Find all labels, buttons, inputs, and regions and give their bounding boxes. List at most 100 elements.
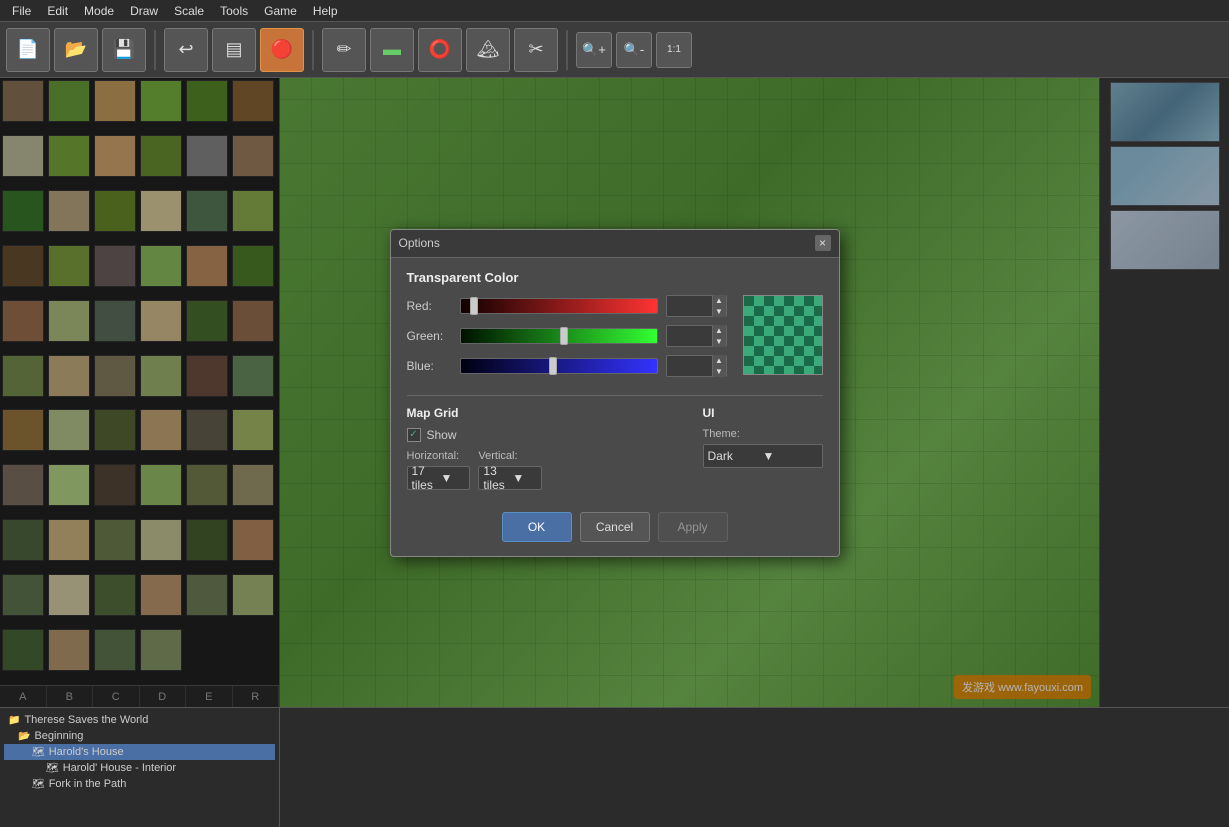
menu-mode[interactable]: Mode bbox=[76, 4, 122, 18]
horizontal-select[interactable]: 17 tiles ▼ bbox=[407, 466, 471, 490]
bottom-panel: 📁 Therese Saves the World 📂 Beginning 🗺 … bbox=[0, 707, 1229, 827]
eraser-button[interactable]: ✂ bbox=[514, 28, 558, 72]
green-up-arrow[interactable]: ▲ bbox=[712, 325, 726, 336]
ui-section: UI Theme: Dark ▼ bbox=[703, 406, 823, 490]
tree-icon-4: 🗺 bbox=[32, 779, 45, 790]
blue-up-arrow[interactable]: ▲ bbox=[712, 355, 726, 366]
bottom-sections: Map Grid Show Horizontal: 17 tiles ▼ bbox=[407, 406, 823, 490]
blue-row: Blue: 119 ▲ ▼ bbox=[407, 355, 727, 377]
map-grid-section: Map Grid Show Horizontal: 17 tiles ▼ bbox=[407, 406, 687, 490]
tree-item-4[interactable]: 🗺 Fork in the Path bbox=[4, 776, 275, 792]
new-button[interactable]: 📄 bbox=[6, 28, 50, 72]
dialog-buttons: OK Cancel Apply bbox=[391, 502, 839, 556]
theme-label: Theme: bbox=[703, 428, 823, 440]
red-slider-thumb[interactable] bbox=[470, 297, 478, 315]
red-row: Red: 17 ▲ ▼ bbox=[407, 295, 727, 317]
menu-help[interactable]: Help bbox=[305, 4, 346, 18]
show-label: Show bbox=[427, 428, 457, 442]
red-down-arrow[interactable]: ▼ bbox=[712, 306, 726, 317]
rect-button[interactable]: ▬ bbox=[370, 28, 414, 72]
toolbar-separator-3 bbox=[566, 30, 568, 70]
blue-slider-thumb[interactable] bbox=[549, 357, 557, 375]
pencil-button[interactable]: ✏ bbox=[322, 28, 366, 72]
tree-item-3[interactable]: 🗺 Harold' House - Interior bbox=[4, 760, 275, 776]
dialog-overlay: Options × Transparent Color Red: bbox=[0, 78, 1229, 707]
red-slider[interactable] bbox=[460, 298, 658, 314]
dialog-title: Options bbox=[399, 236, 440, 250]
ui-title: UI bbox=[703, 406, 823, 420]
ok-button[interactable]: OK bbox=[502, 512, 572, 542]
menu-scale[interactable]: Scale bbox=[166, 4, 212, 18]
bottom-map-area bbox=[280, 708, 1229, 827]
vertical-value: 13 tiles bbox=[483, 464, 508, 492]
show-checkbox[interactable] bbox=[407, 428, 421, 442]
green-slider-thumb[interactable] bbox=[560, 327, 568, 345]
red-arrows: ▲ ▼ bbox=[712, 295, 726, 317]
open-button[interactable]: 📂 bbox=[54, 28, 98, 72]
stamp-button[interactable]: 🔴 bbox=[260, 28, 304, 72]
red-label: Red: bbox=[407, 299, 452, 313]
menu-file[interactable]: File bbox=[4, 4, 39, 18]
ellipse-button[interactable]: ⭕ bbox=[418, 28, 462, 72]
tree-label-2: Harold's House bbox=[49, 746, 124, 758]
tree-label-1: Beginning bbox=[34, 730, 83, 742]
blue-spinbox[interactable]: 119 ▲ ▼ bbox=[666, 355, 727, 377]
red-spinbox[interactable]: 17 ▲ ▼ bbox=[666, 295, 727, 317]
zoom-in-button[interactable]: 🔍+ bbox=[576, 32, 612, 68]
layer-tree: 📁 Therese Saves the World 📂 Beginning 🗺 … bbox=[0, 708, 280, 827]
dialog-titlebar: Options × bbox=[391, 230, 839, 258]
green-row: Green: 136 ▲ ▼ bbox=[407, 325, 727, 347]
vertical-arrow[interactable]: ▼ bbox=[512, 471, 537, 485]
zoom-out-button[interactable]: 🔍- bbox=[616, 32, 652, 68]
menubar: File Edit Mode Draw Scale Tools Game Hel… bbox=[0, 0, 1229, 22]
terrain-button[interactable]: 🏔 bbox=[466, 28, 510, 72]
blue-input[interactable]: 119 bbox=[667, 359, 712, 373]
blue-arrows: ▲ ▼ bbox=[712, 355, 726, 377]
tree-label-0: Therese Saves the World bbox=[24, 714, 148, 726]
horizontal-arrow[interactable]: ▼ bbox=[440, 471, 465, 485]
vertical-label: Vertical: bbox=[478, 450, 542, 462]
menu-edit[interactable]: Edit bbox=[39, 4, 76, 18]
main-area: A B C D E R 发游戏 www.fayouxi.com Options … bbox=[0, 78, 1229, 707]
tree-label-4: Fork in the Path bbox=[49, 778, 127, 790]
undo-button[interactable]: ↩ bbox=[164, 28, 208, 72]
options-dialog: Options × Transparent Color Red: bbox=[390, 229, 840, 557]
green-label: Green: bbox=[407, 329, 452, 343]
blue-slider[interactable] bbox=[460, 358, 658, 374]
tree-label-3: Harold' House - Interior bbox=[63, 762, 176, 774]
horizontal-value: 17 tiles bbox=[412, 464, 437, 492]
tree-item-0[interactable]: 📁 Therese Saves the World bbox=[4, 712, 275, 728]
toolbar-separator-1 bbox=[154, 30, 156, 70]
green-input[interactable]: 136 bbox=[667, 329, 712, 343]
blue-label: Blue: bbox=[407, 359, 452, 373]
blue-down-arrow[interactable]: ▼ bbox=[712, 366, 726, 377]
apply-button[interactable]: Apply bbox=[658, 512, 728, 542]
layer-button[interactable]: ▤ bbox=[212, 28, 256, 72]
theme-value: Dark bbox=[708, 449, 763, 463]
horizontal-label: Horizontal: bbox=[407, 450, 471, 462]
red-input[interactable]: 17 bbox=[667, 299, 712, 313]
green-down-arrow[interactable]: ▼ bbox=[712, 336, 726, 347]
green-arrows: ▲ ▼ bbox=[712, 325, 726, 347]
theme-row: Theme: Dark ▼ bbox=[703, 428, 823, 468]
menu-tools[interactable]: Tools bbox=[212, 4, 256, 18]
grid-dropdowns: Horizontal: 17 tiles ▼ Vertical: 13 tile… bbox=[407, 450, 687, 490]
tree-icon-0: 📁 bbox=[8, 715, 20, 726]
tree-item-1[interactable]: 📂 Beginning bbox=[4, 728, 275, 744]
menu-draw[interactable]: Draw bbox=[122, 4, 166, 18]
menu-game[interactable]: Game bbox=[256, 4, 305, 18]
green-spinbox[interactable]: 136 ▲ ▼ bbox=[666, 325, 727, 347]
tree-icon-1: 📂 bbox=[18, 731, 30, 742]
theme-select[interactable]: Dark ▼ bbox=[703, 444, 823, 468]
tree-icon-3: 🗺 bbox=[46, 763, 59, 774]
zoom-1-1-button[interactable]: 1:1 bbox=[656, 32, 692, 68]
green-slider[interactable] bbox=[460, 328, 658, 344]
cancel-button[interactable]: Cancel bbox=[580, 512, 650, 542]
vertical-select[interactable]: 13 tiles ▼ bbox=[478, 466, 542, 490]
dialog-divider bbox=[407, 395, 823, 396]
dialog-close-button[interactable]: × bbox=[815, 235, 831, 251]
theme-arrow[interactable]: ▼ bbox=[763, 449, 818, 463]
red-up-arrow[interactable]: ▲ bbox=[712, 295, 726, 306]
save-button[interactable]: 💾 bbox=[102, 28, 146, 72]
tree-item-2[interactable]: 🗺 Harold's House bbox=[4, 744, 275, 760]
